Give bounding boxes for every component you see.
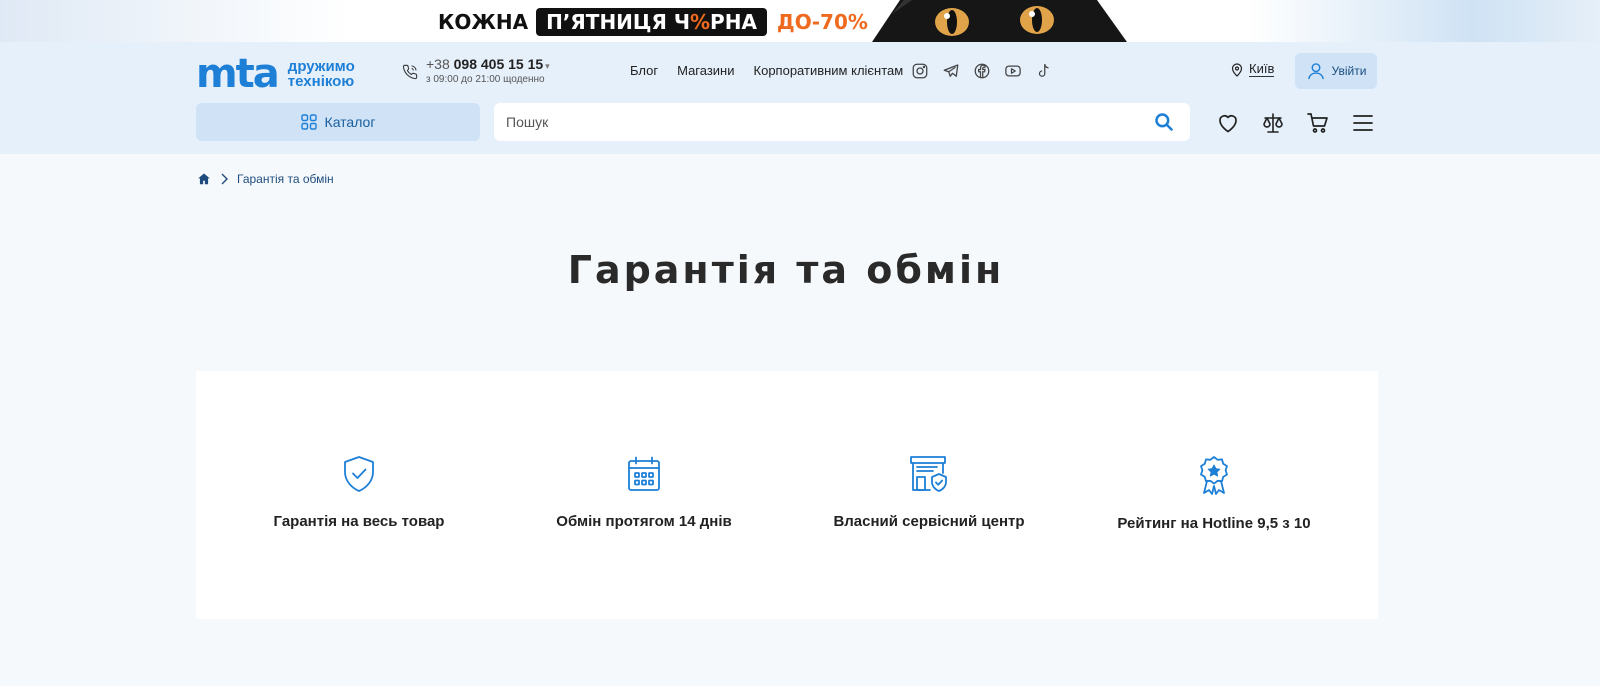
phone-hours: з 09:00 до 21:00 щоденно [426,74,545,85]
home-icon[interactable] [197,172,211,186]
catalog-button[interactable]: Каталог [196,103,480,141]
header-actions [1216,111,1375,135]
phone-prefix: +38 [426,56,450,72]
heart-icon[interactable] [1216,111,1240,135]
features-panel: Гарантія на весь товар Обмін протягом 14… [196,371,1378,619]
instagram-icon[interactable] [911,62,929,80]
feature-label: Власний сервісний центр [833,513,1025,530]
promo-black-friday: П’ЯТНИЦЯ Ч%РНА [536,8,767,36]
nav-blog[interactable]: Блог [630,63,658,78]
telegram-icon[interactable] [942,62,960,80]
phone-dropdown-caret[interactable]: ▾ [545,61,550,71]
feature-rating: Рейтинг на Hotline 9,5 з 10 [1094,455,1334,532]
city-selector[interactable]: Київ [1231,61,1275,77]
black-cat-image [872,0,1127,42]
search-input[interactable] [506,103,1126,141]
search-icon[interactable] [1154,112,1174,132]
promo-banner[interactable]: КОЖНА П’ЯТНИЦЯ Ч%РНА ДО-70% [0,0,1600,42]
menu-icon[interactable] [1351,111,1375,135]
cart-icon[interactable] [1306,111,1330,135]
phone-number[interactable]: +38 098 405 15 15 ▾ [426,56,550,72]
award-badge-icon [1200,456,1228,495]
feature-warranty: Гарантія на весь товар [239,455,479,530]
compare-scales-icon[interactable] [1261,111,1285,135]
logo[interactable]: mta дружимо технікою [196,54,355,94]
promo-black-post: РНА [710,10,757,34]
breadcrumb-current: Гарантія та обмін [237,172,334,186]
promo-black-pct: % [690,10,711,34]
phone-main: 098 405 15 15 [453,56,544,72]
nav-stores[interactable]: Магазини [677,63,734,78]
feature-exchange: Обмін протягом 14 днів [524,455,764,530]
feature-label: Рейтинг на Hotline 9,5 з 10 [1117,515,1311,532]
top-nav: Блог Магазини Корпоративним клієнтам [630,63,903,78]
page-title: Гарантія та обмін [567,248,1005,292]
promo-kozhna: КОЖНА [438,10,529,34]
youtube-icon[interactable] [1004,62,1022,80]
catalog-label: Каталог [324,114,376,130]
breadcrumb: Гарантія та обмін [197,172,334,186]
promo-black-pre: П’ЯТНИЦЯ Ч [546,10,690,34]
phone-block[interactable]: +38 098 405 15 15 ▾ з 09:00 до 21:00 щоде… [402,56,550,85]
calendar-icon [628,456,660,491]
phone-icon [402,64,418,80]
logo-tagline: дружимо технікою [288,59,355,89]
feature-label: Гарантія на весь товар [273,513,445,530]
site-header: mta дружимо технікою +38 098 405 15 15 ▾ з… [0,42,1600,154]
service-center-icon [910,456,947,492]
promo-text: КОЖНА П’ЯТНИЦЯ Ч%РНА ДО-70% [438,6,868,38]
location-pin-icon [1231,62,1243,77]
grid-icon [300,114,317,130]
user-icon [1307,63,1324,80]
facebook-icon[interactable] [973,62,991,80]
shield-check-icon [344,456,374,492]
login-button[interactable]: Увійти [1295,53,1377,89]
chevron-right-icon [221,173,228,185]
feature-label: Обмін протягом 14 днів [556,513,732,530]
search-bar [494,103,1190,141]
tiktok-icon[interactable] [1035,62,1053,80]
logo-mark: mta [196,51,280,97]
feature-service: Власний сервісний центр [809,455,1049,530]
nav-corporate[interactable]: Корпоративним клієнтам [754,63,904,78]
social-links [911,62,1053,80]
city-name: Київ [1249,61,1275,77]
login-label: Увійти [1331,64,1367,78]
logo-tagline-2: технікою [287,73,355,90]
